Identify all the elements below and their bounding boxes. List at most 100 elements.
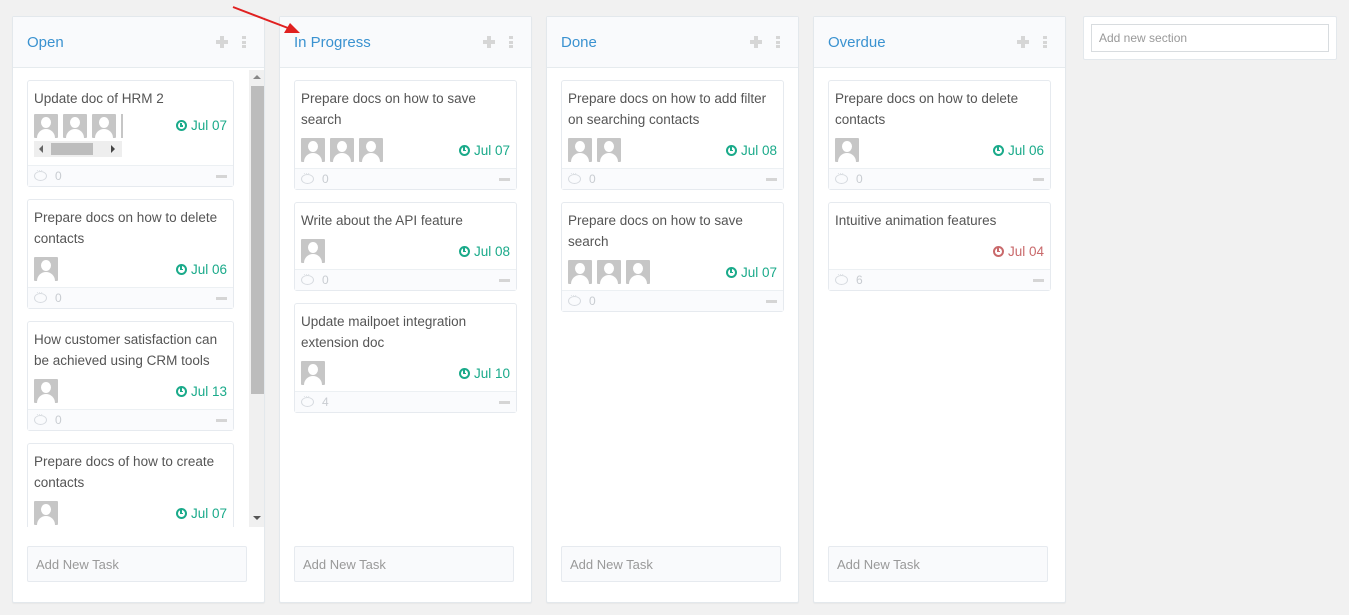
task-card[interactable]: Prepare docs on how to save search Jul 0… (294, 80, 517, 190)
avatar (301, 239, 325, 263)
task-list-scrollbar[interactable] (249, 70, 264, 527)
section-menu-icon[interactable] (1043, 36, 1047, 48)
task-card[interactable]: How customer satisfaction can be achieve… (27, 321, 234, 431)
section-overdue: Overdue Prepare docs on how to delete co… (813, 16, 1066, 603)
collapse-icon[interactable] (1033, 178, 1044, 181)
collapse-icon[interactable] (216, 419, 227, 422)
task-card[interactable]: Prepare docs on how to delete contacts J… (828, 80, 1051, 190)
assignees (34, 379, 58, 403)
comment-count: 0 (55, 169, 62, 183)
task-card[interactable]: Write about the API feature Jul 08 0 (294, 202, 517, 291)
avatar (597, 260, 621, 284)
scroll-up-icon[interactable] (253, 75, 261, 79)
add-task-icon[interactable] (750, 36, 762, 48)
avatar (835, 138, 859, 162)
avatar (63, 114, 87, 138)
comment-count: 0 (322, 172, 329, 186)
task-title[interactable]: Prepare docs on how to delete contacts (34, 207, 227, 249)
task-title[interactable]: Write about the API feature (301, 210, 510, 231)
comment-icon (301, 169, 314, 184)
scroll-right-icon[interactable] (111, 145, 115, 153)
task-footer: 0 (28, 287, 233, 308)
add-task-icon[interactable] (483, 36, 495, 48)
section-in-progress: In Progress Prepare docs on how to save … (279, 16, 532, 603)
section-menu-icon[interactable] (776, 36, 780, 48)
collapse-icon[interactable] (216, 175, 227, 178)
scroll-down-icon[interactable] (253, 516, 261, 520)
comment-count: 6 (856, 273, 863, 287)
clock-icon (992, 144, 1004, 156)
section-title[interactable]: Done (561, 34, 597, 51)
due-date: Jul 07 (458, 143, 510, 158)
task-title[interactable]: Prepare docs on how to save search (301, 88, 510, 130)
scroll-thumb[interactable] (251, 86, 264, 394)
task-title[interactable]: Update doc of HRM 2 (34, 88, 227, 109)
task-card[interactable]: Update doc of HRM 2 Jul 07 ··· 0 (27, 80, 234, 187)
assignees (34, 501, 58, 525)
task-footer: 0 (562, 168, 783, 189)
task-footer: 0 (829, 168, 1050, 189)
task-title[interactable]: Prepare docs on how to add filter on sea… (568, 88, 777, 130)
comment-count: 4 (322, 395, 329, 409)
task-title[interactable]: Update mailpoet integration extension do… (301, 311, 510, 353)
task-title[interactable]: Prepare docs of how to create contacts (34, 451, 227, 493)
comment-count: 0 (589, 172, 596, 186)
avatar (359, 138, 383, 162)
clock-icon (992, 245, 1004, 257)
comment-count: 0 (55, 413, 62, 427)
collapse-icon[interactable] (766, 178, 777, 181)
avatar (92, 114, 116, 138)
comment-count: 0 (589, 294, 596, 308)
due-date: Jul 07 (175, 118, 227, 133)
task-card[interactable]: Prepare docs on how to add filter on sea… (561, 80, 784, 190)
task-card[interactable]: Prepare docs of how to create contacts J… (27, 443, 234, 527)
avatar (626, 260, 650, 284)
due-date: Jul 10 (458, 366, 510, 381)
task-card[interactable]: Intuitive animation features Jul 04 6 (828, 202, 1051, 291)
add-new-section-input[interactable] (1091, 24, 1329, 52)
task-title[interactable]: How customer satisfaction can be achieve… (34, 329, 227, 371)
section-menu-icon[interactable] (242, 36, 246, 48)
collapse-icon[interactable] (499, 279, 510, 282)
section-title[interactable]: Open (27, 34, 64, 51)
add-task-input[interactable] (561, 546, 781, 582)
scroll-thumb[interactable] (51, 143, 93, 155)
section-title[interactable]: In Progress (294, 34, 371, 51)
due-date: Jul 13 (175, 384, 227, 399)
comment-icon (34, 410, 47, 425)
add-task-input[interactable] (828, 546, 1048, 582)
collapse-icon[interactable] (499, 178, 510, 181)
task-card[interactable]: Update mailpoet integration extension do… (294, 303, 517, 413)
task-title[interactable]: Prepare docs on how to save search (568, 210, 777, 252)
task-card[interactable]: Prepare docs on how to save search Jul 0… (561, 202, 784, 312)
clock-icon (175, 507, 187, 519)
avatar (301, 361, 325, 385)
due-date: Jul 06 (992, 143, 1044, 158)
comment-count: 0 (856, 172, 863, 186)
add-task-icon[interactable] (1017, 36, 1029, 48)
add-task-input[interactable] (27, 546, 247, 582)
comment-icon (34, 288, 47, 303)
new-section-panel (1083, 16, 1337, 60)
avatar (597, 138, 621, 162)
comment-icon (568, 169, 581, 184)
collapse-icon[interactable] (499, 401, 510, 404)
due-date: Jul 08 (458, 244, 510, 259)
add-task-input[interactable] (294, 546, 514, 582)
add-task-icon[interactable] (216, 36, 228, 48)
assignees (301, 138, 383, 162)
scroll-left-icon[interactable] (39, 145, 43, 153)
clock-icon (458, 245, 470, 257)
task-footer: 0 (562, 290, 783, 311)
collapse-icon[interactable] (766, 300, 777, 303)
clock-icon (175, 263, 187, 275)
assignee-scrollbar[interactable] (34, 141, 122, 157)
task-title[interactable]: Intuitive animation features (835, 210, 1044, 231)
section-menu-icon[interactable] (509, 36, 513, 48)
section-title[interactable]: Overdue (828, 34, 886, 51)
clock-icon (175, 120, 187, 131)
collapse-icon[interactable] (216, 297, 227, 300)
task-card[interactable]: Prepare docs on how to delete contacts J… (27, 199, 234, 309)
task-title[interactable]: Prepare docs on how to delete contacts (835, 88, 1044, 130)
collapse-icon[interactable] (1033, 279, 1044, 282)
